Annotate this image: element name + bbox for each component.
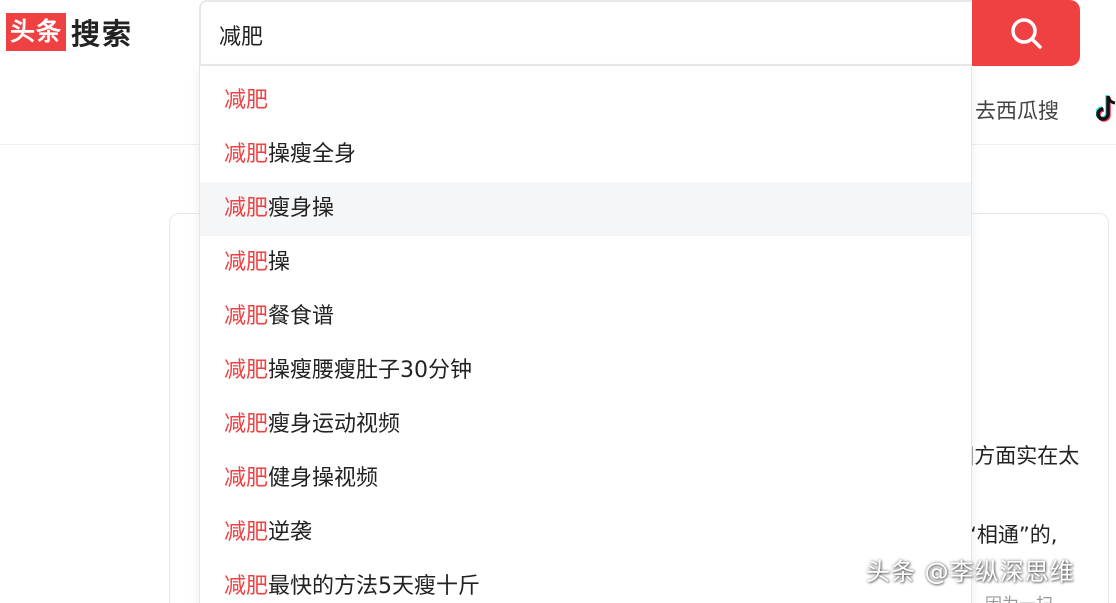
- suggestion-highlight: 减肥: [224, 358, 269, 383]
- suggestion-highlight: 减肥: [224, 574, 269, 599]
- search-button[interactable]: [972, 0, 1080, 66]
- suggestion-rest: 操: [268, 250, 291, 275]
- author-watermark: 头条 @李纵深思维: [866, 558, 1075, 586]
- search-input[interactable]: [219, 2, 959, 68]
- result-snippet-text: ，因为一扫: [968, 590, 1053, 603]
- suggestion-item[interactable]: 减肥瘦身运动视频: [200, 398, 971, 452]
- suggestion-item[interactable]: 减肥逆袭: [200, 506, 971, 560]
- search-icon: [1011, 18, 1042, 49]
- page: 头条 搜索 去西瓜搜 ]方面实在太 “相通”的, ，因为一扫 减肥 减肥操瘦全身…: [0, 0, 1116, 603]
- result-snippet-text: “相通”的,: [966, 523, 1058, 547]
- suggestion-highlight: 减肥: [224, 412, 269, 437]
- suggestion-rest: 瘦身运动视频: [268, 412, 401, 437]
- xigua-search-link[interactable]: 去西瓜搜: [975, 95, 1059, 125]
- suggestion-highlight: 减肥: [224, 196, 269, 221]
- logo-text: 搜索: [71, 17, 134, 51]
- suggestion-rest: 瘦身操: [268, 196, 335, 221]
- suggestion-rest: 最快的方法5天瘦十斤: [268, 574, 481, 599]
- suggestion-item[interactable]: 减肥餐食谱: [200, 290, 971, 344]
- result-snippet-text: ]方面实在太: [966, 444, 1080, 468]
- toutiao-search-logo[interactable]: 头条 搜索: [6, 13, 133, 51]
- suggestion-item[interactable]: 减肥健身操视频: [200, 452, 971, 506]
- suggestion-rest: 逆袭: [268, 520, 313, 545]
- search-suggestion-dropdown: 减肥 减肥操瘦全身 减肥瘦身操 减肥操 减肥餐食谱 减肥操瘦腰瘦肚子30分钟 减…: [199, 66, 972, 603]
- search-box: [199, 0, 974, 68]
- suggestion-rest: 餐食谱: [268, 304, 335, 329]
- suggestion-item[interactable]: 减肥操: [200, 236, 971, 290]
- suggestion-item[interactable]: 减肥操瘦腰瘦肚子30分钟: [200, 344, 971, 398]
- suggestion-highlight: 减肥: [224, 520, 269, 545]
- suggestion-item[interactable]: 减肥操瘦全身: [200, 128, 971, 182]
- suggestion-highlight: 减肥: [224, 466, 269, 491]
- douyin-icon[interactable]: [1096, 94, 1116, 124]
- suggestion-highlight: 减肥: [224, 250, 269, 275]
- suggestion-rest: 操瘦腰瘦肚子30分钟: [268, 358, 473, 383]
- suggestion-item[interactable]: 减肥: [200, 74, 971, 128]
- suggestion-highlight: 减肥: [224, 304, 269, 329]
- suggestion-item[interactable]: 减肥最快的方法5天瘦十斤: [200, 560, 971, 603]
- suggestion-rest: 健身操视频: [268, 466, 379, 491]
- suggestion-rest: 操瘦全身: [268, 142, 357, 167]
- suggestion-item-hovered[interactable]: 减肥瘦身操: [200, 182, 971, 236]
- suggestion-highlight: 减肥: [224, 88, 269, 113]
- logo-badge: 头条: [6, 13, 67, 51]
- suggestion-highlight: 减肥: [224, 142, 269, 167]
